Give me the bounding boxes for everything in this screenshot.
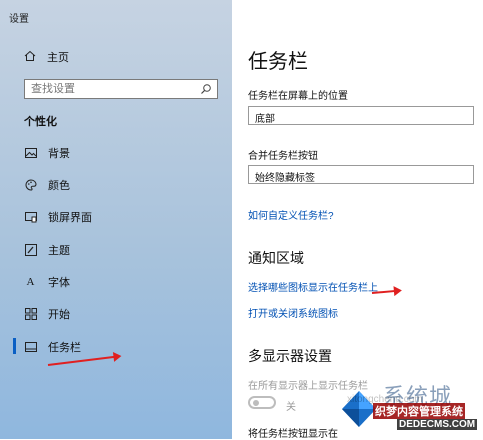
search-box[interactable] <box>24 79 218 99</box>
start-icon <box>24 308 37 320</box>
position-dropdown[interactable]: 底部 <box>248 106 474 125</box>
position-label: 任务栏在屏幕上的位置 <box>248 91 348 102</box>
brush-icon <box>24 244 37 256</box>
search-input[interactable] <box>25 82 203 96</box>
picture-icon <box>24 148 37 158</box>
sidebar-item-colors[interactable]: 颜色 <box>24 175 70 195</box>
page-title: 任务栏 <box>248 51 308 73</box>
sidebar-item-lock-screen[interactable]: 锁屏界面 <box>24 207 92 227</box>
sidebar-item-themes[interactable]: 主题 <box>24 240 70 260</box>
watermark-domain: DEDECMS.COM <box>397 419 478 430</box>
main-content: 任务栏 任务栏在屏幕上的位置 底部 合并任务栏按钮 始终隐藏标签 如何自定义任务… <box>232 0 483 440</box>
select-icons-link[interactable]: 选择哪些图标显示在任务栏上 <box>248 279 378 294</box>
sidebar-item-label: 主题 <box>48 245 70 257</box>
window-title: 设置 <box>9 14 29 25</box>
sidebar-item-label: 任务栏 <box>48 342 81 354</box>
palette-icon <box>24 179 37 191</box>
sidebar-item-label: 背景 <box>48 148 70 160</box>
customize-taskbar-link[interactable]: 如何自定义任务栏? <box>248 207 334 222</box>
taskbar-icon <box>24 342 37 352</box>
multi-display-heading: 多显示器设置 <box>248 348 332 364</box>
watermark: 系统城 织梦内容管理系统 DEDECMS.COM xitongcheng.com <box>333 379 483 439</box>
font-icon: A <box>26 276 35 288</box>
sidebar-item-label: 颜色 <box>48 180 70 192</box>
watermark-url: xitongcheng.com <box>347 394 423 405</box>
section-title: 个性化 <box>24 116 57 128</box>
sidebar: 设置 主页 个性化 背景 颜色 锁屏界面 主题 <box>0 0 232 439</box>
sidebar-item-label: 开始 <box>48 309 70 321</box>
toggle-state-label: 关 <box>286 402 296 413</box>
sidebar-item-home[interactable]: 主页 <box>24 49 69 65</box>
sidebar-item-label: 锁屏界面 <box>48 212 92 224</box>
sidebar-item-background[interactable]: 背景 <box>24 143 70 163</box>
search-icon[interactable] <box>200 83 212 98</box>
toggle-knob <box>253 400 259 406</box>
sidebar-item-start[interactable]: 开始 <box>24 304 70 324</box>
combine-dropdown[interactable]: 始终隐藏标签 <box>248 165 474 184</box>
active-indicator <box>13 338 16 354</box>
notification-area-heading: 通知区域 <box>248 250 304 266</box>
watermark-text: 织梦内容管理系统 <box>373 403 465 419</box>
home-icon <box>24 50 36 65</box>
sidebar-item-taskbar[interactable]: 任务栏 <box>24 337 81 357</box>
show-all-displays-toggle[interactable] <box>248 396 276 409</box>
sidebar-item-label: 字体 <box>48 277 70 289</box>
show-buttons-label: 将任务栏按钮显示在 <box>248 429 338 440</box>
system-icons-link[interactable]: 打开或关闭系统图标 <box>248 305 338 320</box>
lock-screen-icon <box>24 211 37 223</box>
sidebar-item-label: 主页 <box>47 52 69 64</box>
sidebar-item-fonts[interactable]: A 字体 <box>24 272 70 292</box>
combine-label: 合并任务栏按钮 <box>248 151 318 162</box>
